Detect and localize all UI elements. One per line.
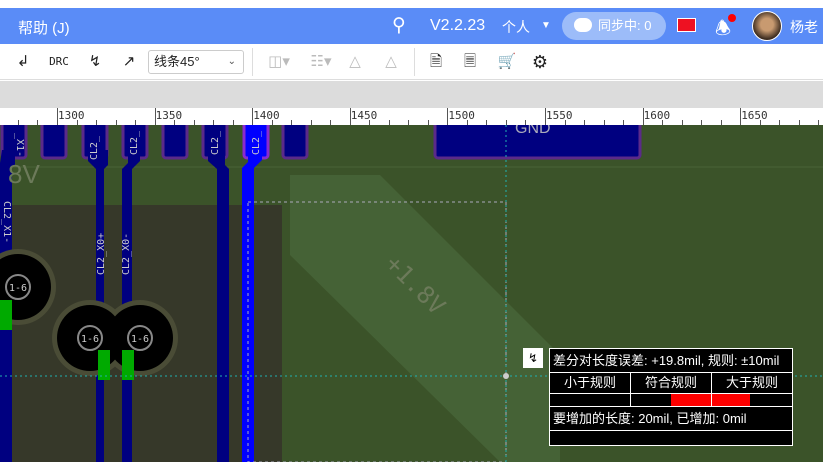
route-icon[interactable]: ↗	[118, 52, 140, 72]
ruler-label: 1400	[253, 109, 280, 122]
net-label: CL2_X0+	[96, 233, 107, 275]
help-menu[interactable]: 帮助 (J)	[18, 17, 70, 38]
gnd-label: GND	[515, 125, 551, 137]
net-label: CL2_	[89, 135, 100, 160]
gear-icon[interactable]: ⚙	[529, 52, 551, 72]
net-label: CL2_	[251, 130, 262, 155]
import-changes-icon[interactable]: ↲	[12, 52, 34, 72]
net-label: CL2_	[210, 130, 221, 155]
net-label: _X1-	[14, 133, 25, 157]
pad-label: 1-6	[131, 334, 149, 345]
tooltip-title: 差分对长度误差: +19.8mil, 规则: ±10mil	[550, 349, 792, 373]
version-label[interactable]: V2.2.23	[430, 17, 485, 35]
horizontal-ruler: 1300 1350 1400 1450 1500 1550 1600 1650	[0, 108, 823, 125]
pad	[161, 125, 189, 160]
length-tuning-tooltip: 差分对长度误差: +19.8mil, 规则: ±10mil 小于规则 符合规则 大于…	[549, 348, 793, 446]
toolbar: ↲ DRC ↯ ↗ 线条45° ⌄ ◫▾ ☷▾ △ △ 🗎 🗏 🛒 ⚙	[0, 44, 823, 80]
ruler-label: 1550	[546, 109, 573, 122]
search-icon[interactable]: ⚲	[392, 14, 406, 37]
divider	[414, 48, 415, 76]
top-bar: 帮助 (J) ⚲ V2.2.23 个人 ▼ 同步中: 0 🕭 杨老	[0, 8, 823, 44]
flip-horizontal-icon[interactable]: △	[344, 52, 366, 72]
length-indicator	[550, 394, 792, 407]
cloud-icon	[574, 18, 592, 32]
less-label: 小于规则	[550, 373, 631, 393]
pad-label: 1-6	[81, 334, 99, 345]
align-icon[interactable]: ◫▾	[262, 52, 296, 72]
avatar[interactable]	[752, 11, 782, 41]
line-mode-value: 线条45°	[154, 54, 200, 69]
ruler-label: 1300	[58, 109, 85, 122]
distribute-icon[interactable]: ☷▾	[304, 52, 338, 72]
gerber-icon[interactable]: 🗎	[426, 52, 446, 72]
sync-button[interactable]: 同步中: 0	[562, 12, 666, 40]
ruler-label: 1650	[741, 109, 768, 122]
tooltip-footer: 要增加的长度: 20mil, 已增加: 0mil	[550, 407, 792, 431]
cursor-point	[503, 373, 509, 379]
line-mode-select[interactable]: 线条45° ⌄	[148, 50, 244, 74]
indicator-bar	[671, 394, 711, 406]
tooltip-blank-row	[550, 431, 792, 445]
chevron-down-icon: ⌄	[227, 56, 236, 67]
ruler-label: 1350	[155, 109, 183, 122]
ruler-label: 1450	[350, 109, 378, 122]
user-name[interactable]: 杨老	[790, 17, 818, 37]
ruler-label: 1600	[643, 109, 671, 122]
drc-button[interactable]: DRC	[46, 52, 72, 72]
diff-pair-route-icon: ↯	[523, 348, 543, 368]
pick-place-icon[interactable]: 🗏	[460, 52, 480, 72]
sync-label: 同步中: 0	[598, 18, 652, 33]
net-label: CL2_X0-	[121, 233, 132, 275]
net-label: CL2_	[129, 130, 140, 155]
diff-pair-route-icon[interactable]: ↯	[84, 52, 106, 72]
net-8v-label: 8V	[8, 159, 40, 189]
net-label: CL2_X1-	[1, 201, 12, 243]
indicator-bar	[712, 394, 750, 406]
ruler-label: 1500	[448, 109, 475, 122]
bell-icon[interactable]: 🕭	[715, 14, 736, 46]
bom-cart-icon[interactable]: 🛒	[496, 52, 518, 72]
flag-icon[interactable]	[677, 18, 696, 32]
personal-menu[interactable]: 个人	[502, 17, 530, 37]
pad	[40, 125, 68, 160]
notification-dot	[728, 14, 736, 22]
more-label: 大于规则	[725, 375, 778, 390]
tab-strip	[0, 81, 823, 108]
ok-label: 符合规则	[631, 373, 712, 393]
flip-vertical-icon[interactable]: △	[380, 52, 402, 72]
divider	[252, 48, 253, 76]
pad	[281, 125, 309, 160]
chevron-down-icon[interactable]: ▼	[541, 20, 551, 31]
pad-label: 1-6	[9, 283, 27, 294]
